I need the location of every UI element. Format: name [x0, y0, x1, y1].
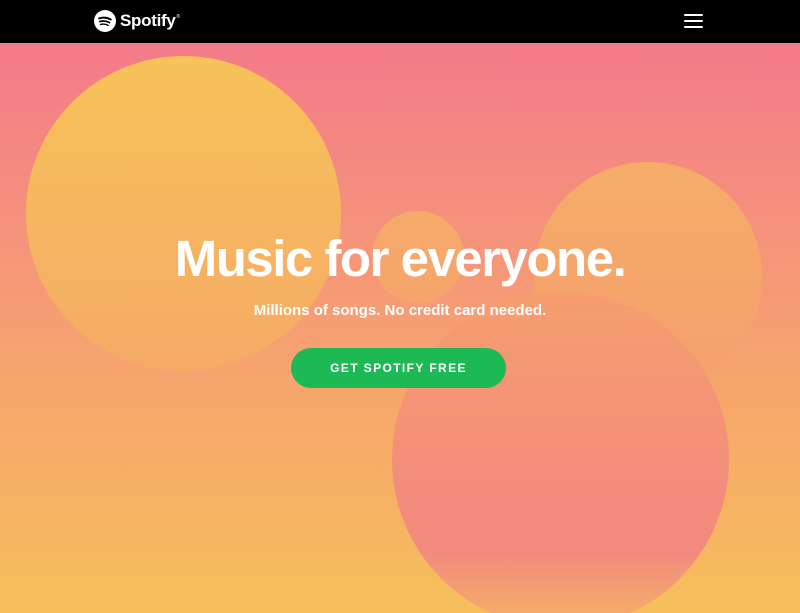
hero-headline: Music for everyone. [174, 230, 627, 287]
top-navbar: Spotify ® [0, 0, 800, 43]
page: Spotify ® Music for everyone. Millions o… [0, 0, 800, 613]
menu-bar-middle [684, 20, 703, 22]
decorative-gradient [0, 553, 800, 613]
hamburger-menu-icon[interactable] [682, 11, 706, 31]
hero-section: Music for everyone. Millions of songs. N… [0, 43, 800, 613]
menu-bar-bottom [684, 26, 703, 28]
get-spotify-free-button[interactable]: GET SPOTIFY FREE [291, 348, 506, 388]
menu-bar-top [684, 14, 703, 16]
hero-subheadline: Millions of songs. No credit card needed… [253, 302, 547, 319]
spotify-logo-link[interactable]: Spotify ® [94, 9, 180, 33]
logo-wordmark: Spotify [120, 11, 176, 30]
decorative-circle [26, 56, 341, 371]
spotify-logo-icon [94, 10, 116, 32]
logo-trademark: ® [176, 14, 181, 20]
